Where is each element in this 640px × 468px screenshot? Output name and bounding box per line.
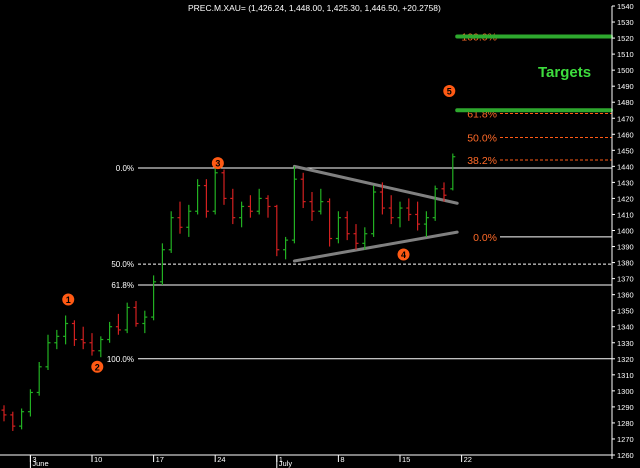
x-tick-label: 8	[340, 455, 344, 464]
wave-marker-label: 3	[215, 159, 220, 169]
wave-marker-label: 2	[95, 362, 100, 372]
price-chart: 0.0%50.0%61.8%100.0%0.0%38.2%50.0%61.8% 1…	[0, 0, 640, 468]
targets-label: Targets	[538, 64, 591, 81]
wave-marker-label: 4	[401, 250, 406, 260]
y-tick-label: 1370	[617, 275, 634, 284]
y-tick-label: 1390	[617, 243, 634, 252]
wave-marker: 3	[211, 157, 224, 170]
y-tick-label: 1530	[617, 18, 634, 27]
wave-marker: 1	[62, 293, 75, 306]
y-tick-label: 1430	[617, 178, 634, 187]
y-tick-label: 1450	[617, 146, 634, 155]
y-tick-label: 1480	[617, 98, 634, 107]
x-tick-label: 24	[217, 455, 225, 464]
y-tick-label: 1270	[617, 435, 634, 444]
level-label: 50.0%	[467, 132, 497, 144]
wave-marker-label: 1	[66, 295, 71, 305]
y-tick-label: 1310	[617, 371, 634, 380]
wave-marker-label: 5	[447, 86, 452, 96]
x-tick-label: 22	[464, 455, 472, 464]
y-tick-label: 1410	[617, 210, 634, 219]
y-tick-label: 1490	[617, 82, 634, 91]
y-tick-label: 1300	[617, 387, 634, 396]
y-tick-label: 1380	[617, 259, 634, 268]
x-tick-label: 10	[94, 455, 102, 464]
level-label: 0.0%	[116, 164, 134, 173]
y-tick-label: 1460	[617, 130, 634, 139]
x-tick-label: 17	[156, 455, 164, 464]
y-tick-label: 1500	[617, 66, 634, 75]
y-tick-label: 1540	[617, 2, 634, 11]
level-label: 61.8%	[111, 281, 134, 290]
y-tick-label: 1360	[617, 291, 634, 300]
y-tick-label: 1330	[617, 339, 634, 348]
y-tick-label: 1520	[617, 34, 634, 43]
wave-marker: 2	[91, 360, 104, 373]
y-tick-label: 1340	[617, 323, 634, 332]
y-tick-label: 1400	[617, 227, 634, 236]
y-tick-label: 1440	[617, 162, 634, 171]
x-tick-label: 15	[402, 455, 410, 464]
y-tick-label: 1260	[617, 451, 634, 460]
y-tick-label: 1280	[617, 419, 634, 428]
y-tick-label: 1350	[617, 307, 634, 316]
level-label: 50.0%	[111, 260, 134, 269]
wave-marker: 5	[443, 84, 456, 97]
y-tick-label: 1320	[617, 355, 634, 364]
level-label: 100.0%	[107, 355, 134, 364]
wave-marker: 4	[397, 248, 410, 261]
y-tick-label: 1290	[617, 403, 634, 412]
x-month-label: June	[32, 459, 48, 468]
chart-title: PREC.M.XAU= (1,426.24, 1,448.00, 1,425.3…	[188, 3, 441, 13]
x-month-label: July	[279, 459, 293, 468]
y-tick-label: 1470	[617, 114, 634, 123]
y-tick-label: 1510	[617, 50, 634, 59]
level-label: 38.2%	[467, 155, 497, 167]
y-tick-label: 1420	[617, 194, 634, 203]
level-label: 0.0%	[473, 232, 497, 244]
